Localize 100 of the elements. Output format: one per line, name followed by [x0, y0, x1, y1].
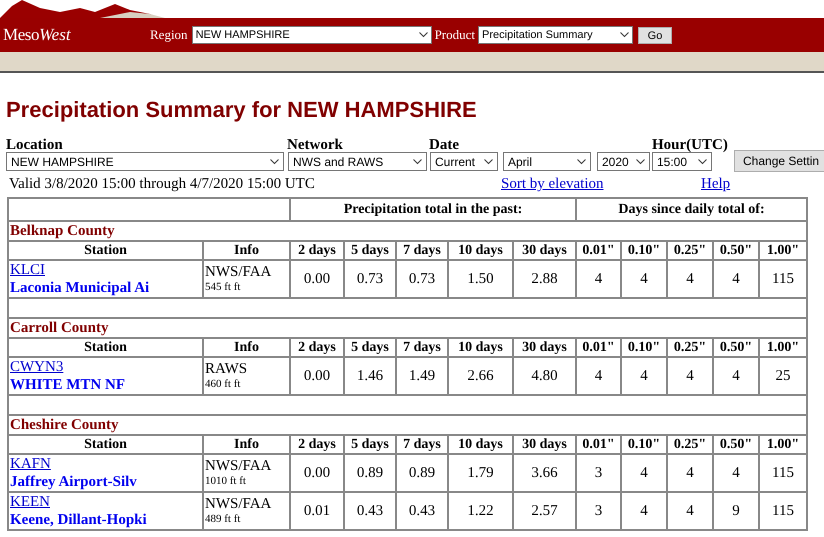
network-text: NWS/FAA [205, 459, 272, 474]
column-header: 7 days [396, 338, 448, 357]
station-id-link[interactable]: KLCI [10, 261, 45, 279]
station-id-link[interactable]: KEEN [10, 493, 50, 511]
value-cell: 4 [713, 260, 759, 298]
column-header: Info [203, 435, 290, 454]
column-header: 0.01" [576, 241, 621, 260]
setting-select[interactable]: 15:00 [652, 152, 712, 171]
product-select[interactable]: Precipitation Summary [478, 26, 634, 44]
dropdown-caret-icon [484, 158, 493, 164]
station-name: Laconia Municipal Ai [10, 279, 150, 297]
value-cell: 0.00 [290, 454, 344, 492]
value-cell: 4 [576, 357, 621, 395]
value-cell: 4 [621, 454, 667, 492]
sort-link[interactable]: Sort by elevation [501, 172, 701, 196]
column-header: 7 days [396, 241, 448, 260]
column-header: 2 days [290, 338, 344, 357]
column-header: 0.10" [621, 241, 667, 260]
value-cell: 4 [713, 454, 759, 492]
column-header: 5 days [344, 435, 396, 454]
column-header: 10 days [448, 338, 513, 357]
value-cell: 1.46 [344, 357, 396, 395]
change-settings-button[interactable]: Change Settin [734, 150, 824, 172]
elevation-text: 1010 ft ft [205, 476, 246, 487]
value-cell: 3 [576, 454, 621, 492]
column-header: 1.00" [759, 338, 808, 357]
column-header: 0.01" [576, 435, 621, 454]
setting-select[interactable]: April [503, 152, 591, 171]
column-header: 30 days [513, 241, 576, 260]
value-cell: 0.01 [290, 492, 344, 530]
value-cell: 2.88 [513, 260, 576, 298]
column-header: 0.50" [713, 241, 759, 260]
help-link[interactable]: Help [701, 172, 730, 196]
value-cell: 0.43 [344, 492, 396, 530]
column-header: 0.10" [621, 435, 667, 454]
column-header: 30 days [513, 435, 576, 454]
network-text: NWS/FAA [205, 265, 272, 280]
setting-label: Network [287, 136, 343, 155]
station-name: Keene, Dillant-Hopki [10, 511, 147, 529]
dropdown-caret-icon [577, 158, 586, 164]
value-cell: 0.73 [396, 260, 448, 298]
column-header: 2 days [290, 435, 344, 454]
column-header: 0.25" [667, 435, 713, 454]
setting-label: Hour(UTC) [652, 136, 728, 155]
value-cell: 115 [759, 454, 808, 492]
group-header: Days since daily total of: [576, 198, 808, 221]
go-button[interactable]: Go [638, 26, 672, 44]
value-cell: 0.43 [396, 492, 448, 530]
station-id-link[interactable]: CWYN3 [10, 358, 64, 376]
column-header: 1.00" [759, 241, 808, 260]
column-header: Station [8, 338, 203, 357]
column-header: 2 days [290, 241, 344, 260]
column-header: 5 days [344, 241, 396, 260]
column-header: 7 days [396, 435, 448, 454]
value-cell: 4 [621, 492, 667, 530]
column-header: Info [203, 338, 290, 357]
dropdown-caret-icon [413, 158, 422, 164]
value-cell: 4 [667, 260, 713, 298]
value-cell: 3.66 [513, 454, 576, 492]
value-cell: 4 [713, 357, 759, 395]
dropdown-caret-icon [620, 32, 630, 38]
column-header: Station [8, 241, 203, 260]
value-cell: 1.50 [448, 260, 513, 298]
setting-select[interactable]: NEW HAMPSHIRE [6, 152, 284, 171]
group-header: Precipitation total in the past: [290, 198, 576, 221]
page-title: Precipitation Summary for NEW HAMPSHIRE [6, 96, 478, 124]
value-cell: 0.73 [344, 260, 396, 298]
setting-select[interactable]: NWS and RAWS [288, 152, 427, 171]
column-header: Info [203, 241, 290, 260]
network-text: RAWS [205, 362, 248, 377]
dropdown-caret-icon [418, 32, 428, 38]
value-cell: 115 [759, 260, 808, 298]
logo: MesoWest [2, 24, 72, 46]
column-header: 30 days [513, 338, 576, 357]
column-header: 1.00" [759, 435, 808, 454]
network-text: NWS/FAA [205, 497, 272, 512]
value-cell: 1.49 [396, 357, 448, 395]
dropdown-caret-icon [270, 158, 279, 164]
setting-select[interactable]: 2020 [597, 152, 650, 171]
column-header: 0.25" [667, 241, 713, 260]
station-id-link[interactable]: KAFN [10, 455, 51, 473]
county-name: Belknap County [8, 221, 808, 241]
value-cell: 3 [576, 492, 621, 530]
value-cell: 2.66 [448, 357, 513, 395]
product-label: Product [434, 26, 476, 44]
column-header: 0.50" [713, 435, 759, 454]
elevation-text: 545 ft ft [205, 282, 240, 293]
setting-label: Date [429, 136, 459, 155]
value-cell: 9 [713, 492, 759, 530]
value-cell: 4.80 [513, 357, 576, 395]
region-select[interactable]: NEW HAMPSHIRE [192, 26, 432, 44]
column-header: 0.01" [576, 338, 621, 357]
setting-select[interactable]: Current [430, 152, 498, 171]
value-cell: 115 [759, 492, 808, 530]
column-header: 10 days [448, 435, 513, 454]
value-cell: 1.22 [448, 492, 513, 530]
county-name: Cheshire County [8, 415, 808, 435]
station-name: WHITE MTN NF [10, 376, 126, 394]
elevation-text: 489 ft ft [205, 514, 240, 525]
column-header: 0.10" [621, 338, 667, 357]
